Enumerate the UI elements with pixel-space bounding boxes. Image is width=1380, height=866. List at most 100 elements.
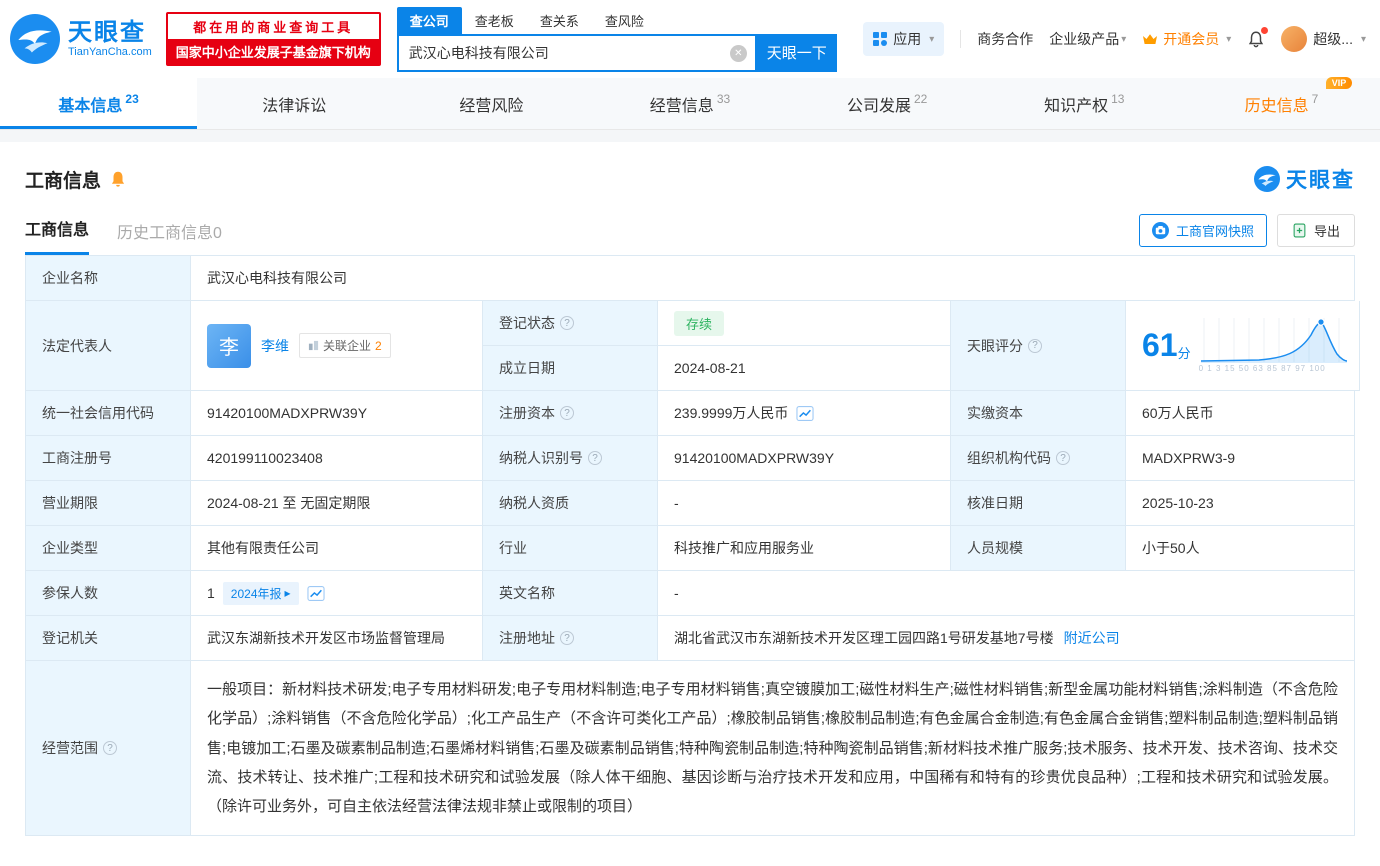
tab-legal-lawsuits[interactable]: 法律诉讼 (197, 78, 394, 129)
tab-label: 公司发展 (846, 97, 911, 115)
company-type-label: 企业类型 (26, 526, 191, 571)
english-name-value: - (658, 571, 1355, 616)
nav-apps-label: 应用 (893, 31, 922, 47)
tab-basic-info[interactable]: 基本信息 23 (0, 78, 198, 129)
staff-size-label: 人员规模 (951, 526, 1126, 571)
help-icon[interactable]: ? (560, 631, 574, 645)
help-icon[interactable]: ? (560, 316, 574, 330)
search-area: 查公司 查老板 查关系 查风险 ✕ 天眼一下 (396, 6, 837, 72)
chevron-down-icon: ▾ (1121, 33, 1127, 45)
annual-report-chip[interactable]: 2024年报 ▸ (222, 581, 299, 605)
help-icon[interactable]: ? (103, 741, 117, 756)
user-avatar (1281, 26, 1308, 52)
tab-intellectual-property[interactable]: 知识产权 13 (986, 78, 1183, 129)
chevron-down-icon: ▾ (1226, 33, 1232, 45)
tab-count: 23 (125, 91, 139, 106)
brand-watermark-label: 天眼查 (1286, 169, 1355, 192)
est-date-value: 2024-08-21 (658, 346, 951, 391)
search-input[interactable] (398, 35, 755, 70)
official-snapshot-button[interactable]: 工商官网快照 (1138, 214, 1267, 247)
official-snapshot-label: 工商官网快照 (1175, 224, 1254, 239)
help-icon[interactable]: ? (1028, 338, 1042, 353)
nav-open-vip[interactable]: 开通会员 ▾ (1142, 29, 1231, 49)
tab-operating-risk[interactable]: 经营风险 (394, 78, 591, 129)
legal-rep-name-link[interactable]: 李维 (261, 336, 289, 356)
tab-label: 经营信息 (649, 97, 714, 115)
subscribe-bell-icon[interactable] (109, 170, 127, 188)
notifications-button[interactable] (1247, 27, 1269, 48)
chevron-down-icon: ▾ (929, 33, 935, 45)
insured-trend-icon[interactable] (306, 585, 325, 601)
brand-watermark: 天眼查 (1254, 164, 1355, 194)
search-tab-relation[interactable]: 查关系 (527, 7, 592, 34)
crown-icon (1143, 34, 1158, 44)
user-name: 超级... (1313, 31, 1353, 47)
reg-number-label: 工商注册号 (26, 436, 191, 481)
reg-address-label: 注册地址 ? (483, 616, 658, 661)
company-name-value: 武汉心电科技有限公司 (191, 256, 1355, 301)
promo-line2: 国家中小企业发展子基金旗下机构 (167, 39, 379, 64)
annual-report-label: 2024年报 (230, 586, 282, 601)
reg-authority-label: 登记机关 (26, 616, 191, 661)
tianyancha-logo-icon (10, 14, 60, 64)
main-tabs-bar: 基本信息 23 法律诉讼 经营风险 经营信息 33 公司发展 22 知识产权 1… (0, 76, 1380, 130)
nearby-companies-link[interactable]: 附近公司 (1064, 628, 1120, 648)
est-date-label: 成立日期 (483, 346, 658, 391)
user-menu[interactable]: 超级... ▾ (1281, 26, 1366, 52)
reg-address-text: 湖北省武汉市东湖新技术开发区理工园四路1号研发基地7号楼 (674, 630, 1054, 646)
sub-tabs-bar: 工商信息 历史工商信息0 工商官网快照 导出 (25, 214, 1355, 255)
business-scope-label-text: 经营范围 (42, 740, 98, 757)
search-tab-risk[interactable]: 查风险 (592, 7, 657, 34)
subtab-business-info[interactable]: 工商信息 (25, 216, 90, 255)
score-unit: 分 (1177, 346, 1191, 361)
score-value: 61 分 0 1 3 15 50 63 85 87 97 100 (1126, 301, 1360, 391)
search-button[interactable]: 天眼一下 (756, 33, 837, 72)
nav-enterprise-products[interactable]: 企业级产品 ▾ (1049, 29, 1126, 49)
reg-status-label-text: 登记状态 (499, 315, 555, 331)
nav-apps[interactable]: 应用 ▾ (863, 22, 945, 56)
legal-rep-avatar[interactable]: 李 (207, 323, 251, 368)
related-companies-chip[interactable]: 关联企业 2 (299, 333, 391, 358)
tab-history-info[interactable]: 历史信息 7 VIP (1183, 76, 1380, 129)
help-icon[interactable]: ? (1056, 451, 1070, 465)
help-icon[interactable]: ? (588, 451, 602, 465)
insured-count-text: 1 (207, 585, 215, 601)
reg-capital-label: 注册资本 ? (483, 391, 658, 436)
subtab-history-business-info[interactable]: 历史工商信息0 (117, 219, 222, 255)
org-code-value: MADXPRW3-9 (1126, 436, 1355, 481)
reg-capital-value: 239.9999万人民币 (658, 391, 951, 436)
tianyancha-logo[interactable]: 天眼查 TianYanCha.com (10, 14, 152, 64)
table-row: 统一社会信用代码 91420100MADXPRW39Y 注册资本 ? 239.9… (26, 391, 1355, 436)
staff-size-value: 小于50人 (1126, 526, 1355, 571)
table-row: 企业类型 其他有限责任公司 行业 科技推广和应用服务业 人员规模 小于50人 (26, 526, 1355, 571)
tab-company-development[interactable]: 公司发展 22 (789, 78, 986, 129)
tab-operating-info[interactable]: 经营信息 33 (591, 78, 788, 129)
search-tab-company[interactable]: 查公司 (396, 6, 462, 34)
reg-address-value: 湖北省武汉市东湖新技术开发区理工园四路1号研发基地7号楼 附近公司 (658, 616, 1355, 661)
tab-count: 33 (716, 91, 731, 106)
tab-label: 法律诉讼 (262, 97, 327, 115)
nav-cooperation[interactable]: 商务合作 (977, 29, 1033, 49)
tab-label: 知识产权 (1044, 97, 1109, 115)
taxpayer-qual-value: - (658, 481, 951, 526)
business-info-section: 工商信息 天眼查 工商信息 历史工商信息0 工商官网快照 导出 企业名称 武汉心… (0, 142, 1380, 866)
header-nav: 应用 ▾ 商务合作 企业级产品 ▾ 开通会员 ▾ 超级... ▾ (863, 22, 1366, 56)
taxpayer-qual-label: 纳税人资质 (483, 481, 658, 526)
tab-label: 经营风险 (459, 97, 524, 115)
tianyancha-watermark-icon (1254, 166, 1280, 192)
vip-badge: VIP (1325, 76, 1353, 89)
business-term-value: 2024-08-21 至 无固定期限 (191, 481, 483, 526)
capital-trend-icon[interactable] (796, 405, 814, 421)
tab-label: 基本信息 (58, 97, 123, 115)
company-info-table: 企业名称 武汉心电科技有限公司 法定代表人 李 李维 关联企业 2 登记状态 ?… (25, 255, 1360, 837)
industry-label: 行业 (483, 526, 658, 571)
export-button[interactable]: 导出 (1276, 214, 1355, 247)
tab-count: 13 (1111, 91, 1125, 106)
reg-address-label-text: 注册地址 (499, 630, 555, 646)
business-scope-value: 一般项目：新材料技术研发;电子专用材料研发;电子专用材料制造;电子专用材料销售;… (191, 661, 1355, 837)
search-tab-boss[interactable]: 查老板 (462, 7, 527, 34)
approval-date-value: 2025-10-23 (1126, 481, 1355, 526)
help-icon[interactable]: ? (560, 406, 574, 420)
clear-search-icon[interactable]: ✕ (729, 44, 747, 62)
table-row: 企业名称 武汉心电科技有限公司 (26, 256, 1355, 301)
